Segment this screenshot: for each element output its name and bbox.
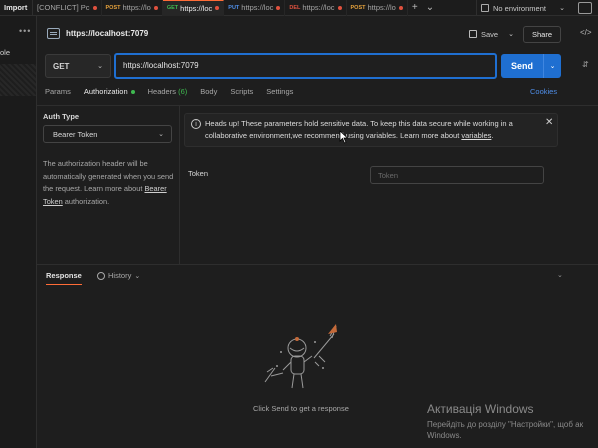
response-tab[interactable]: Response bbox=[46, 271, 82, 285]
sync-icon[interactable]: ⇵ bbox=[582, 60, 589, 69]
environment-label: No environment bbox=[493, 3, 546, 13]
send-button[interactable]: Send bbox=[501, 61, 543, 71]
request-tab-get-active[interactable]: GET https://loc bbox=[162, 0, 225, 16]
sensitive-data-banner: i Heads up! These parameters hold sensit… bbox=[184, 113, 558, 147]
auth-type-value: Bearer Token bbox=[53, 129, 98, 139]
unsaved-dot-icon bbox=[398, 5, 403, 10]
chevron-down-icon[interactable]: ⌄ bbox=[508, 30, 514, 38]
send-button-group: Send ⌄ bbox=[501, 54, 561, 78]
method-select[interactable]: GET ⌄ bbox=[45, 54, 111, 78]
tab-settings[interactable]: Settings bbox=[266, 87, 306, 101]
tab-authorization[interactable]: Authorization bbox=[83, 87, 148, 106]
tab-label: [CONFLICT] Pc bbox=[37, 3, 90, 12]
http-request-icon bbox=[47, 28, 60, 39]
close-icon[interactable]: ✕ bbox=[545, 117, 553, 128]
chevron-down-icon: ⌄ bbox=[134, 272, 141, 280]
watermark-line-1: Перейдіть до розділу "Настройки", щоб ак bbox=[427, 420, 584, 429]
watermark-line-2: Windows. bbox=[427, 431, 462, 440]
request-title[interactable]: https://localhost:7079 bbox=[66, 29, 148, 38]
tab-method: PUT bbox=[228, 4, 240, 11]
unsaved-dot-icon bbox=[92, 5, 97, 10]
token-label: Token bbox=[188, 169, 209, 178]
save-label: Save bbox=[481, 29, 499, 39]
new-tab-button[interactable]: + bbox=[408, 0, 422, 16]
banner-message-end: . bbox=[491, 131, 494, 140]
tab-label: https://loc bbox=[180, 3, 213, 13]
history-dropdown[interactable]: History ⌄ bbox=[97, 271, 140, 280]
unsaved-dot-icon bbox=[153, 5, 158, 10]
sidebar-item-label[interactable]: ole bbox=[0, 48, 10, 57]
auth-description: The authorization header will be automat… bbox=[43, 158, 174, 208]
request-subtabs: Params Authorization Headers (6) Body Sc… bbox=[45, 87, 306, 106]
tab-body[interactable]: Body bbox=[200, 87, 230, 101]
tab-headers[interactable]: Headers (6) bbox=[148, 87, 201, 101]
auth-type-panel: Auth Type Bearer Token ⌄ The authorizati… bbox=[43, 106, 180, 264]
history-icon bbox=[97, 271, 105, 280]
variables-link[interactable]: variables bbox=[461, 131, 491, 140]
method-label: GET bbox=[53, 61, 70, 71]
tab-label: Authorization bbox=[83, 87, 128, 96]
headers-count: (6) bbox=[178, 87, 188, 96]
tab-method: POST bbox=[105, 4, 121, 11]
tab-scripts[interactable]: Scripts bbox=[230, 87, 266, 101]
tab-method: DEL bbox=[289, 4, 301, 11]
send-options-chevron-icon[interactable]: ⌄ bbox=[544, 62, 561, 70]
environment-selector[interactable]: No environment ⌄ bbox=[476, 0, 571, 16]
banner-text: Heads up! These parameters hold sensitiv… bbox=[205, 118, 535, 142]
auth-description-text: authorization. bbox=[62, 196, 110, 206]
share-button[interactable]: Share bbox=[523, 26, 561, 43]
empty-response-text: Click Send to get a response bbox=[253, 404, 349, 413]
request-tab-put[interactable]: PUT https://loc bbox=[224, 0, 286, 16]
tab-label: https://lo bbox=[122, 3, 151, 12]
request-tab-delete[interactable]: DEL https://loc bbox=[285, 0, 347, 16]
watermark-title: Активація Windows bbox=[427, 402, 534, 416]
cookies-link[interactable]: Cookies bbox=[530, 87, 557, 96]
tab-method: POST bbox=[350, 4, 366, 11]
windows-activation-watermark: Активація Windows Перейдіть до розділу "… bbox=[427, 402, 583, 441]
mouse-cursor-icon bbox=[339, 130, 349, 144]
auth-type-select[interactable]: Bearer Token ⌄ bbox=[43, 125, 172, 143]
unsaved-dot-icon bbox=[276, 5, 281, 10]
token-input[interactable] bbox=[370, 166, 544, 184]
more-options-icon[interactable]: ••• bbox=[19, 26, 31, 36]
tab-label: https://loc bbox=[241, 3, 274, 12]
response-divider bbox=[37, 264, 598, 265]
tab-label: https://loc bbox=[302, 3, 335, 12]
tab-label: https://lo bbox=[367, 3, 396, 12]
chevron-down-icon: ⌄ bbox=[158, 131, 164, 138]
save-button[interactable]: Save ⌄ bbox=[469, 26, 514, 42]
astronaut-rocket-illustration bbox=[264, 324, 337, 389]
no-environment-icon bbox=[481, 4, 489, 12]
tab-label: Headers bbox=[147, 87, 176, 96]
unsaved-dot-icon bbox=[215, 6, 220, 10]
url-input[interactable]: https://localhost:7079 bbox=[114, 53, 497, 79]
request-tab-post-2[interactable]: POST https://lo bbox=[347, 0, 408, 16]
left-sidebar: ••• ole bbox=[0, 16, 37, 448]
request-tab-conflict[interactable]: [CONFLICT] Pc bbox=[33, 0, 102, 16]
info-icon: i bbox=[191, 119, 201, 129]
collapse-response-chevron-icon[interactable]: ⌄ bbox=[557, 271, 563, 279]
sidebar-collapsed-content bbox=[0, 64, 36, 96]
save-icon bbox=[469, 30, 477, 38]
chevron-down-icon: ⌄ bbox=[97, 63, 103, 70]
tab-method: GET bbox=[166, 5, 179, 11]
chevron-down-icon: ⌄ bbox=[559, 5, 565, 12]
request-tab-post[interactable]: POST https://lo bbox=[102, 0, 163, 16]
tabs-dropdown-button[interactable]: ⌄ bbox=[422, 0, 438, 16]
tab-params[interactable]: Params bbox=[45, 87, 84, 101]
import-button[interactable]: Import bbox=[0, 0, 33, 16]
active-dot-icon bbox=[130, 90, 135, 95]
request-header: https://localhost:7079 Save ⌄ Share </> bbox=[45, 24, 595, 46]
history-label: History bbox=[108, 271, 132, 280]
auth-type-label: Auth Type bbox=[43, 112, 80, 121]
environment-quick-look-icon[interactable] bbox=[578, 2, 592, 14]
unsaved-dot-icon bbox=[337, 5, 342, 10]
code-snippet-icon[interactable]: </> bbox=[580, 28, 592, 37]
